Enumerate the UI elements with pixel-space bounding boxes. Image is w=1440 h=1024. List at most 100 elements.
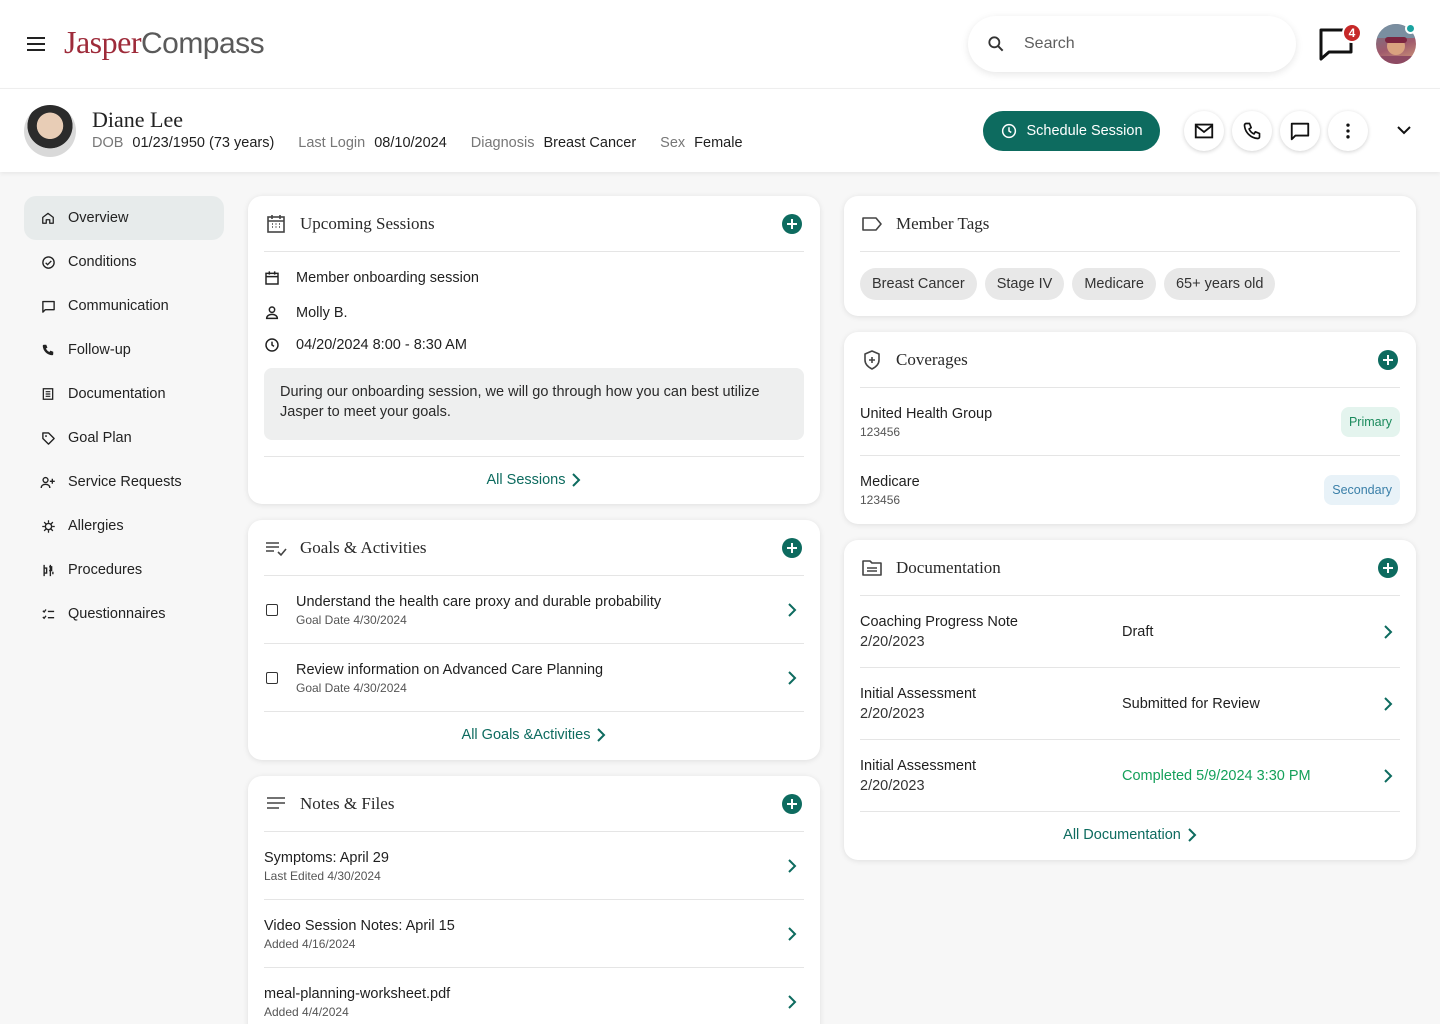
chat-icon: [40, 298, 56, 314]
tag-list: Breast Cancer Stage IV Medicare 65+ year…: [860, 268, 1283, 300]
chevron-right-icon: [788, 995, 797, 1009]
sidebar-item-goal-plan[interactable]: Goal Plan: [24, 416, 224, 460]
person-icon: [265, 306, 279, 320]
member-tag[interactable]: 65+ years old: [1163, 268, 1276, 300]
notes-icon: [267, 796, 285, 809]
all-goals-link[interactable]: All Goals &Activities: [264, 712, 804, 758]
document-status: Draft: [1122, 624, 1154, 640]
add-session-button[interactable]: [782, 214, 802, 234]
coverage-row[interactable]: United Health Group 123456 Primary: [860, 388, 1400, 456]
chevron-right-icon: [1384, 625, 1393, 639]
chevron-down-icon[interactable]: [1392, 118, 1416, 142]
document-row[interactable]: Initial Assessment 2/20/2023 Submitted f…: [860, 668, 1400, 740]
plus-icon: [787, 219, 797, 229]
email-button[interactable]: [1184, 111, 1224, 151]
card-title: Notes & Files: [300, 793, 395, 813]
last-login-label: Last Login: [298, 135, 366, 151]
dob-value: 01/23/1950 (73 years): [132, 135, 275, 151]
card-header: Member Tags: [860, 196, 1400, 252]
add-document-button[interactable]: [1378, 558, 1398, 578]
goal-row[interactable]: Review information on Advanced Care Plan…: [264, 644, 804, 712]
all-documentation-link[interactable]: All Documentation: [860, 812, 1400, 858]
plus-icon: [787, 799, 797, 809]
sidebar-item-communication[interactable]: Communication: [24, 284, 224, 328]
member-tag[interactable]: Stage IV: [984, 268, 1065, 300]
chevron-right-icon: [1188, 828, 1197, 842]
document-status: Submitted for Review: [1122, 696, 1260, 712]
sidebar-item-label: Questionnaires: [68, 606, 166, 622]
session-name: Member onboarding session: [296, 270, 479, 286]
app-logo[interactable]: JasperCompass: [64, 24, 265, 61]
document-title: Initial Assessment: [860, 758, 977, 774]
chat-button[interactable]: [1280, 111, 1320, 151]
menu-icon[interactable]: [24, 32, 48, 56]
card-header: Upcoming Sessions: [264, 196, 804, 252]
add-note-button[interactable]: [782, 794, 802, 814]
sidebar-item-label: Overview: [68, 210, 129, 226]
document-row[interactable]: Initial Assessment 2/20/2023 Completed 5…: [860, 740, 1400, 812]
goals-activities-card: Goals & Activities Understand the health…: [248, 520, 820, 760]
last-login-value: 08/10/2024: [374, 135, 447, 151]
home-icon: [40, 210, 56, 226]
goal-row[interactable]: Understand the health care proxy and dur…: [264, 576, 804, 644]
call-button[interactable]: [1232, 111, 1272, 151]
note-row[interactable]: meal-planning-worksheet.pdf Added 4/4/20…: [264, 968, 804, 1024]
member-tag[interactable]: Breast Cancer: [860, 268, 977, 300]
all-sessions-link[interactable]: All Sessions: [264, 456, 804, 502]
sidebar-item-questionnaires[interactable]: Questionnaires: [24, 592, 224, 636]
documentation-card: Documentation Coaching Progress Note 2/2…: [844, 540, 1416, 860]
more-vertical-icon: [1346, 123, 1350, 139]
logo-jasper: Jasper: [64, 24, 141, 60]
card-title: Member Tags: [896, 213, 990, 233]
diagnosis-value: Breast Cancer: [543, 135, 637, 151]
sidebar-item-label: Allergies: [68, 518, 124, 534]
note-title: Video Session Notes: April 15: [264, 918, 455, 934]
sidebar-item-service-requests[interactable]: Service Requests: [24, 460, 224, 504]
more-options-button[interactable]: [1328, 111, 1368, 151]
goal-title: Understand the health care proxy and dur…: [296, 594, 662, 610]
online-status-dot: [1405, 23, 1416, 34]
diagnosis-label: Diagnosis: [470, 135, 535, 151]
note-row[interactable]: Video Session Notes: April 15 Added 4/16…: [264, 900, 804, 968]
calendar-icon: [265, 271, 279, 285]
goal-checkbox[interactable]: [266, 604, 278, 616]
note-row[interactable]: Symptoms: April 29 Last Edited 4/30/2024: [264, 832, 804, 900]
sidebar-item-follow-up[interactable]: Follow-up: [24, 328, 224, 372]
chat-icon: [1290, 122, 1310, 141]
primary-badge: Primary: [1340, 407, 1400, 437]
sidebar-item-documentation[interactable]: Documentation: [24, 372, 224, 416]
sidebar-item-overview[interactable]: Overview: [24, 196, 224, 240]
plus-icon: [1383, 355, 1393, 365]
sidebar-item-label: Service Requests: [68, 474, 182, 490]
patient-name: Diane Lee: [92, 107, 183, 132]
patient-meta: DOB 01/23/1950 (73 years) Last Login 08/…: [92, 135, 767, 151]
document-title: Coaching Progress Note: [860, 614, 1018, 630]
card-title: Documentation: [896, 557, 1001, 577]
document-date: 2/20/2023: [860, 778, 925, 794]
coverage-row[interactable]: Medicare 123456 Secondary: [860, 456, 1400, 524]
check-circle-icon: [40, 254, 56, 270]
add-goal-button[interactable]: [782, 538, 802, 558]
schedule-session-button[interactable]: Schedule Session: [983, 111, 1160, 151]
search-icon: [988, 36, 1004, 52]
search-bar[interactable]: [968, 16, 1296, 72]
sidebar-item-procedures[interactable]: Procedures: [24, 548, 224, 592]
plus-icon: [787, 543, 797, 553]
sidebar-item-label: Follow-up: [68, 342, 131, 358]
patient-avatar: [24, 105, 76, 157]
member-tags-card: Member Tags Breast Cancer Stage IV Medic…: [844, 196, 1416, 316]
all-goals-label: All Goals &Activities: [461, 727, 591, 743]
goal-date: Goal Date 4/30/2024: [296, 613, 407, 627]
session-description: During our onboarding session, we will g…: [264, 368, 804, 440]
goal-checkbox[interactable]: [266, 672, 278, 684]
member-tag[interactable]: Medicare: [1072, 268, 1156, 300]
plus-icon: [1383, 563, 1393, 573]
coverage-name: Medicare: [860, 474, 920, 490]
session-coach: Molly B.: [296, 305, 348, 321]
add-coverage-button[interactable]: [1378, 350, 1398, 370]
search-input[interactable]: [1024, 35, 1264, 53]
card-title: Coverages: [896, 349, 968, 369]
sidebar-item-allergies[interactable]: Allergies: [24, 504, 224, 548]
document-row[interactable]: Coaching Progress Note 2/20/2023 Draft: [860, 596, 1400, 668]
sidebar-item-conditions[interactable]: Conditions: [24, 240, 224, 284]
